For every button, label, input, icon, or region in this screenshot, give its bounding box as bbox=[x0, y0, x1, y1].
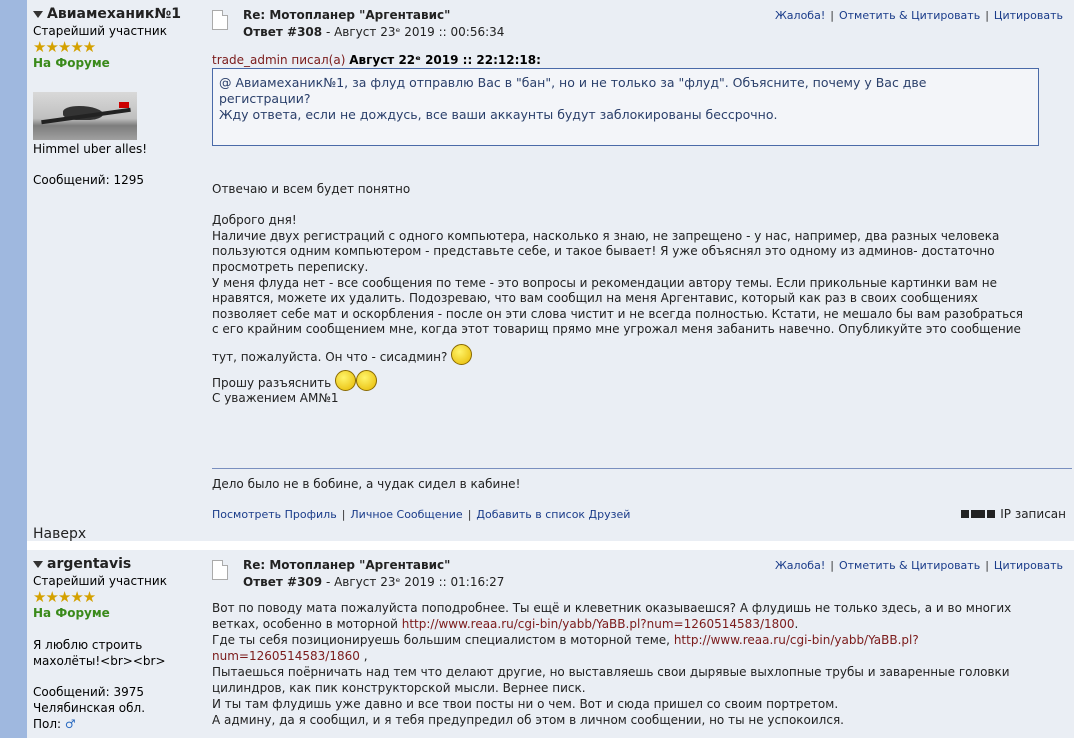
post-number-date: Ответ #308 - Август 23ᵉ 2019 :: 00:56:34 bbox=[243, 25, 505, 39]
male-icon: ♂ bbox=[64, 717, 76, 731]
motor-thread-link-2[interactable]: http://www.reaa.ru/cgi-bin/yabb/YaBB.pl? bbox=[674, 633, 919, 647]
author-panel: Авиамеханик№1 Старейший участник ★★★★★ Н… bbox=[33, 6, 203, 187]
quote-block: @ Авиамеханик№1, за флуд отправлю Вас в … bbox=[212, 68, 1039, 146]
profile-links: Посмотреть Профиль | Личное Сообщение | Доба… bbox=[212, 508, 631, 521]
report-link[interactable]: Жалоба! bbox=[775, 559, 825, 572]
private-message-link[interactable]: Личное Сообщение bbox=[350, 508, 462, 521]
online-status: На Форуме bbox=[33, 606, 110, 620]
document-icon bbox=[212, 560, 228, 580]
forum-post-308: Авиамеханик№1 Старейший участник ★★★★★ Н… bbox=[27, 0, 1074, 542]
rank-stars-icon: ★★★★★ bbox=[33, 38, 96, 56]
personal-text: Himmel uber alles! bbox=[33, 142, 148, 156]
view-profile-link[interactable]: Посмотреть Профиль bbox=[212, 508, 337, 521]
report-link[interactable]: Жалоба! bbox=[775, 9, 825, 22]
quote-link[interactable]: Цитировать bbox=[994, 559, 1063, 572]
location: Челябинская обл. bbox=[33, 701, 146, 715]
motor-thread-link[interactable]: http://www.reaa.ru/cgi-bin/yabb/YaBB.pl?… bbox=[402, 617, 795, 631]
back-to-top-link[interactable]: Наверх bbox=[33, 526, 86, 542]
post-separator bbox=[27, 541, 1074, 550]
collapse-arrow-icon[interactable] bbox=[33, 560, 43, 568]
smiley-icon bbox=[356, 369, 378, 391]
ip-logged: IP записан bbox=[961, 507, 1066, 521]
left-accent-bar bbox=[0, 0, 27, 738]
collapse-arrow-icon[interactable] bbox=[33, 10, 43, 18]
author-name[interactable]: Авиамеханик№1 bbox=[33, 6, 203, 22]
online-status: На Форуме bbox=[33, 56, 110, 70]
personal-text-2: махолёты!<br><br> bbox=[33, 654, 166, 668]
post-subject[interactable]: Re: Мотопланер "Аргентавис" bbox=[243, 558, 450, 572]
mark-quote-link[interactable]: Отметить & Цитировать bbox=[839, 9, 980, 22]
smiley-icon bbox=[335, 369, 357, 391]
add-friend-link[interactable]: Добавить в список Друзей bbox=[476, 508, 630, 521]
ip-plug-icon bbox=[961, 510, 996, 518]
quote-header: trade_admin писал(а) Август 22ᵉ 2019 :: … bbox=[212, 53, 541, 67]
personal-text: Я люблю строить bbox=[33, 638, 143, 652]
post-body: Отвечаю и всем будет понятно Доброго дня… bbox=[212, 182, 1024, 406]
signature-divider bbox=[212, 468, 1072, 469]
post-body: Вот по поводу мата пожалуйста поподробне… bbox=[212, 601, 1012, 727]
quote-link[interactable]: Цитировать bbox=[994, 9, 1063, 22]
avatar bbox=[33, 92, 137, 140]
gender: Пол: ♂ bbox=[33, 717, 76, 731]
author-panel: argentavis Старейший участник ★★★★★ На Ф… bbox=[33, 556, 203, 731]
forum-post-309: argentavis Старейший участник ★★★★★ На Ф… bbox=[27, 550, 1074, 738]
document-icon bbox=[212, 10, 228, 30]
signature: Дело было не в бобине, а чудак сидел в к… bbox=[212, 477, 521, 491]
author-rank: Старейший участник bbox=[33, 574, 167, 588]
motor-thread-link-2-cont[interactable]: num=1260514583/1860 bbox=[212, 649, 360, 663]
author-name[interactable]: argentavis bbox=[33, 556, 203, 572]
mark-quote-link[interactable]: Отметить & Цитировать bbox=[839, 559, 980, 572]
rank-stars-icon: ★★★★★ bbox=[33, 588, 96, 606]
post-actions: Жалоба! | Отметить & Цитировать | Цитировать bbox=[774, 9, 1063, 22]
post-actions: Жалоба! | Отметить & Цитировать | Цитировать bbox=[774, 559, 1063, 572]
post-subject[interactable]: Re: Мотопланер "Аргентавис" bbox=[243, 8, 450, 22]
post-count: Сообщений: 1295 bbox=[33, 173, 144, 187]
author-rank: Старейший участник bbox=[33, 24, 167, 38]
sad-smiley-icon bbox=[451, 343, 473, 365]
post-number-date: Ответ #309 - Август 23ᵉ 2019 :: 01:16:27 bbox=[243, 575, 505, 589]
post-count: Сообщений: 3975 bbox=[33, 685, 144, 699]
